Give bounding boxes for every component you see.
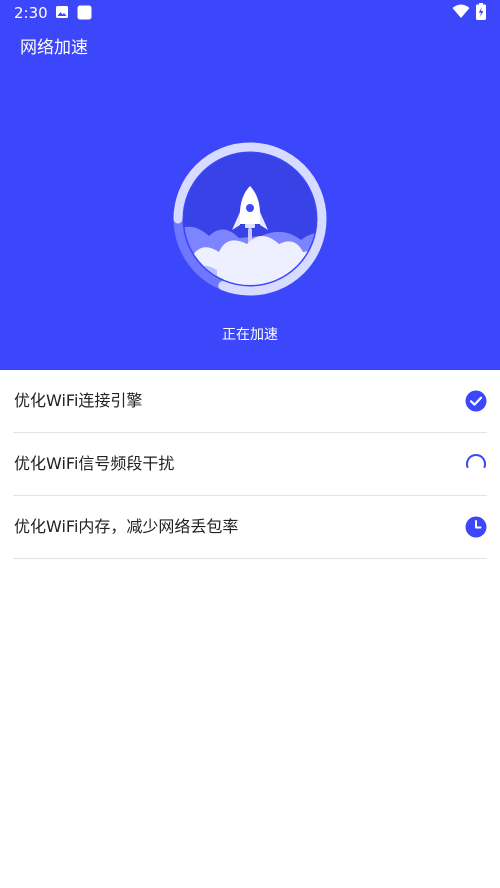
square-app-icon	[77, 5, 92, 20]
image-icon	[56, 6, 68, 18]
task-row-signal-interference: 优化WiFi信号频段干扰	[13, 433, 487, 496]
status-time: 2:30	[14, 4, 48, 22]
spinner-icon	[466, 454, 486, 468]
app-title: 网络加速	[20, 38, 88, 58]
task-label: 优化WiFi连接引擎	[14, 391, 143, 410]
task-row-memory-packet-loss: 优化WiFi内存，减少网络丢包率	[13, 496, 487, 559]
task-label: 优化WiFi信号频段干扰	[14, 454, 175, 473]
check-circle-icon	[465, 390, 487, 412]
acceleration-graphic	[173, 142, 327, 296]
optimization-task-list: 优化WiFi连接引擎 优化WiFi信号频段干扰 优化WiFi内存，减少网络丢包率	[0, 370, 500, 559]
status-bar: 2:30	[0, 0, 500, 26]
header-panel: 2:30 网络加速 正在加速	[0, 0, 500, 370]
task-row-connection-engine: 优化WiFi连接引擎	[13, 370, 487, 433]
app-screen: 2:30 网络加速 正在加速 优化WiFi连接引擎 优化WiFi信号频段干扰 优…	[0, 0, 500, 888]
acceleration-status-text: 正在加速	[222, 327, 278, 343]
wifi-icon	[452, 4, 470, 18]
battery-charging-icon	[476, 3, 486, 20]
task-label: 优化WiFi内存，减少网络丢包率	[14, 517, 239, 536]
clock-icon	[465, 516, 487, 538]
